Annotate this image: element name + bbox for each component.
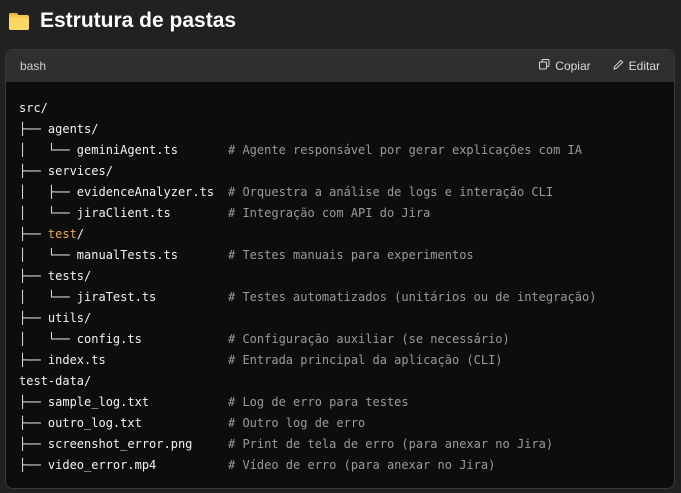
folder-icon bbox=[8, 10, 30, 32]
code-line: ├── outro_log.txt # Outro log de erro bbox=[19, 413, 661, 434]
code-line: ├── tests/ bbox=[19, 266, 661, 287]
tree-prefix: ├── bbox=[19, 395, 48, 409]
pencil-icon bbox=[612, 59, 624, 73]
file-name: agents/ bbox=[47, 122, 99, 136]
code-comment: # Outro log de erro bbox=[228, 416, 366, 430]
code-comment: # Print de tela de erro (para anexar no … bbox=[228, 437, 554, 451]
file-name: screenshot_error.png bbox=[47, 437, 193, 451]
code-comment: # Configuração auxiliar (se necessário) bbox=[228, 332, 510, 346]
code-comment: # Orquestra a análise de logs e interaçã… bbox=[228, 185, 554, 199]
edit-button[interactable]: Editar bbox=[612, 59, 660, 73]
file-name: evidenceAnalyzer.ts bbox=[76, 185, 215, 199]
file-name: jiraClient.ts bbox=[76, 206, 171, 220]
code-line: │ └── config.ts # Configuração auxiliar (… bbox=[19, 329, 661, 350]
tree-prefix: │ └── bbox=[19, 248, 77, 262]
file-name: manualTests.ts bbox=[76, 248, 178, 262]
code-body: src/ ├── agents/ │ └── geminiAgent.ts # Age… bbox=[6, 82, 674, 476]
code-line: │ └── jiraClient.ts # Integração com API … bbox=[19, 203, 661, 224]
code-block: bash Copiar Editar src/├── agents/│ └── … bbox=[5, 49, 675, 489]
code-language-label: bash bbox=[20, 59, 47, 73]
code-line: │ └── geminiAgent.ts # Agente responsável… bbox=[19, 140, 661, 161]
file-name: test-data/ bbox=[19, 374, 92, 388]
code-comment: # Agente responsável por gerar explicaçõ… bbox=[228, 143, 583, 157]
code-line: │ └── manualTests.ts # Testes manuais par… bbox=[19, 245, 661, 266]
edit-label: Editar bbox=[628, 59, 660, 73]
file-name: video_error.mp4 bbox=[47, 458, 157, 472]
file-name: test bbox=[47, 227, 77, 241]
heading-title: Estrutura de pastas bbox=[40, 9, 237, 32]
section-heading: Estrutura de pastas bbox=[8, 9, 236, 33]
code-line: ├── services/ bbox=[19, 161, 661, 182]
file-name: outro_log.txt bbox=[47, 416, 142, 430]
tree-prefix: ├── bbox=[19, 122, 48, 136]
file-name: index.ts bbox=[47, 353, 106, 367]
code-comment: # Integração com API do Jira bbox=[228, 206, 431, 220]
code-comment: # Vídeo de erro (para anexar no Jira) bbox=[228, 458, 496, 472]
code-comment: # Testes automatizados (unitários ou de … bbox=[228, 290, 597, 304]
code-actions: Copiar Editar bbox=[539, 59, 660, 73]
code-line: │ ├── evidenceAnalyzer.ts # Orquestra a a… bbox=[19, 182, 661, 203]
file-name: services/ bbox=[47, 164, 113, 178]
tree-prefix: ├── bbox=[19, 164, 48, 178]
tree-prefix: │ └── bbox=[19, 206, 77, 220]
code-comment: # Entrada principal da aplicação (CLI) bbox=[228, 353, 503, 367]
code-line: ├── index.ts # Entrada principal da aplic… bbox=[19, 350, 661, 371]
tree-prefix: │ └── bbox=[19, 143, 77, 157]
code-line: src/ bbox=[19, 98, 661, 119]
copy-button[interactable]: Copiar bbox=[539, 59, 591, 73]
file-name: src/ bbox=[19, 101, 48, 115]
tree-prefix: │ └── bbox=[19, 332, 77, 346]
file-name: tests/ bbox=[47, 269, 92, 283]
tree-prefix: │ ├── bbox=[19, 185, 77, 199]
tree-prefix: ├── bbox=[19, 458, 48, 472]
file-name: jiraTest.ts bbox=[76, 290, 157, 304]
copy-icon bbox=[539, 59, 550, 73]
code-line: ├── video_error.mp4 # Vídeo de erro (para… bbox=[19, 455, 661, 476]
code-line: ├── screenshot_error.png # Print de tela … bbox=[19, 434, 661, 455]
file-name: config.ts bbox=[76, 332, 142, 346]
code-line: ├── agents/ bbox=[19, 119, 661, 140]
file-name: utils/ bbox=[47, 311, 92, 325]
tree-prefix: │ └── bbox=[19, 290, 77, 304]
code-comment: # Testes manuais para experimentos bbox=[228, 248, 474, 262]
tree-prefix: ├── bbox=[19, 416, 48, 430]
tree-prefix: ├── bbox=[19, 311, 48, 325]
file-name: geminiAgent.ts bbox=[76, 143, 178, 157]
tree-prefix: ├── bbox=[19, 353, 48, 367]
tree-prefix: ├── bbox=[19, 269, 48, 283]
code-comment: # Log de erro para testes bbox=[228, 395, 409, 409]
code-line: │ └── jiraTest.ts # Testes automatizados … bbox=[19, 287, 661, 308]
copy-label: Copiar bbox=[555, 59, 591, 73]
file-name-suffix: / bbox=[76, 227, 85, 241]
tree-prefix: ├── bbox=[19, 227, 48, 241]
tree-prefix: ├── bbox=[19, 437, 48, 451]
code-line: ├── utils/ bbox=[19, 308, 661, 329]
code-line: ├── sample_log.txt # Log de erro para tes… bbox=[19, 392, 661, 413]
code-line: test-data/ bbox=[19, 371, 661, 392]
code-line: ├── test/ bbox=[19, 224, 661, 245]
code-header: bash Copiar Editar bbox=[6, 50, 674, 82]
file-name: sample_log.txt bbox=[47, 395, 150, 409]
